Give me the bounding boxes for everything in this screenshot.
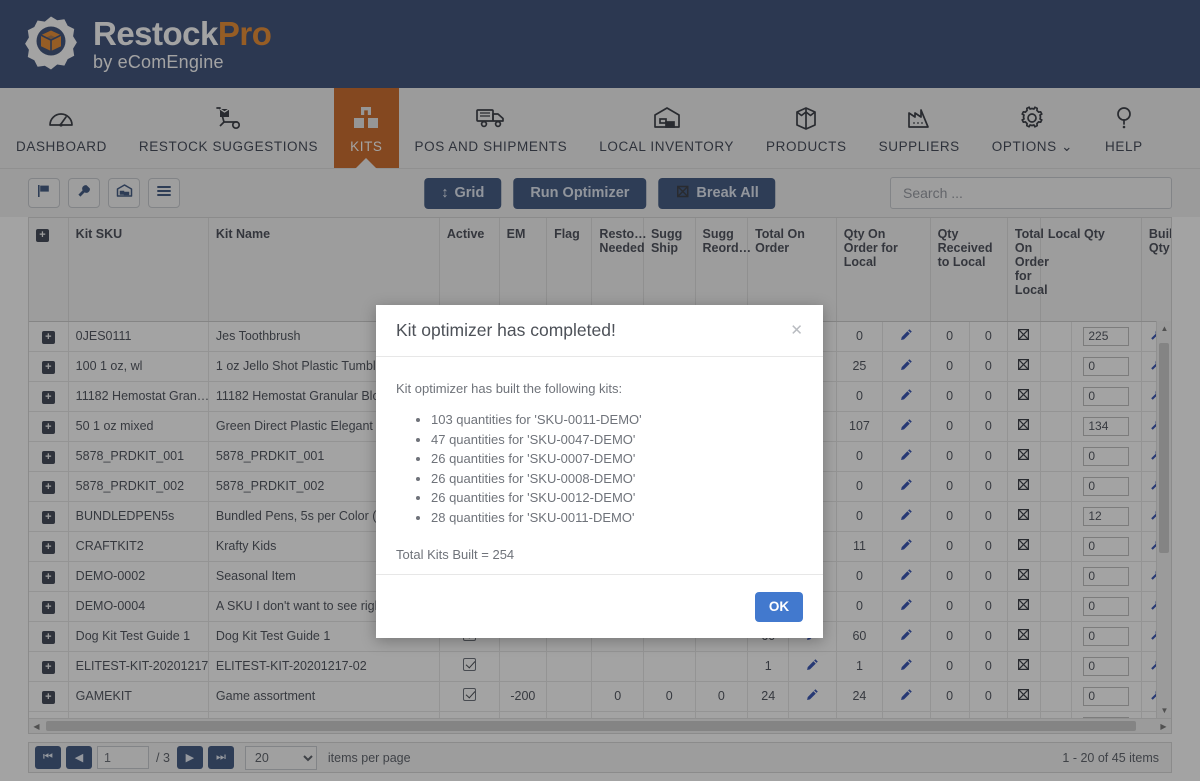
built-kit-item: 47 quantities for 'SKU-0047-DEMO' [431, 432, 803, 447]
built-kit-item: 26 quantities for 'SKU-0007-DEMO' [431, 451, 803, 466]
built-kit-item: 28 quantities for 'SKU-0011-DEMO' [431, 510, 803, 525]
app-root: RestockPro by eComEngine DASHBOARD [0, 0, 1200, 781]
built-kit-item: 26 quantities for 'SKU-0012-DEMO' [431, 490, 803, 505]
total-kits-built-label: Total Kits Built = 254 [396, 547, 803, 562]
modal-body: Kit optimizer has built the following ki… [376, 357, 823, 574]
close-icon[interactable]: ✕ [790, 323, 803, 338]
built-kit-item: 26 quantities for 'SKU-0008-DEMO' [431, 471, 803, 486]
built-kits-list: 103 quantities for 'SKU-0011-DEMO' 47 qua… [396, 412, 803, 525]
kit-optimizer-modal: Kit optimizer has completed! ✕ Kit optim… [376, 305, 823, 638]
modal-footer: OK [376, 574, 823, 638]
ok-button[interactable]: OK [755, 592, 803, 622]
built-kit-item: 103 quantities for 'SKU-0011-DEMO' [431, 412, 803, 427]
modal-intro-text: Kit optimizer has built the following ki… [396, 381, 803, 396]
modal-title: Kit optimizer has completed! [396, 320, 616, 341]
modal-header: Kit optimizer has completed! ✕ [376, 305, 823, 357]
